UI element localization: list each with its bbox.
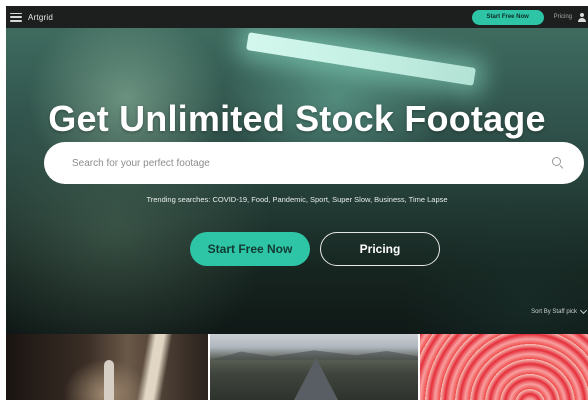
header-start-free-button[interactable]: Start Free Now [471,9,544,25]
trending-searches: Trending searches: COVID-19, Food, Pande… [146,195,448,204]
sort-dropdown[interactable]: Sort By Staff pick [531,306,588,315]
sort-label: Sort By Staff pick [531,309,577,315]
hero-section: Get Unlimited Stock Footage Trending sea… [6,28,588,334]
video-thumbnail[interactable] [210,334,418,400]
artgrid-logo[interactable]: Artgrid [28,13,53,22]
thumbnail-figure [104,360,114,400]
start-free-now-button[interactable]: Start Free Now [190,232,310,266]
thumbnail-road [294,358,338,400]
video-thumbnail[interactable] [420,334,588,400]
search-input[interactable] [72,157,552,169]
search-bar[interactable] [44,142,584,184]
menu-icon[interactable] [10,12,22,22]
navbar-right-group: Start Free Now Pricing [471,6,588,28]
user-icon[interactable] [578,13,586,22]
header-pricing-link[interactable]: Pricing [554,14,572,20]
video-thumbnail[interactable] [6,334,208,400]
chevron-down-icon [579,306,588,315]
top-navbar: Artgrid Start Free Now Pricing [6,6,588,28]
pricing-button[interactable]: Pricing [320,232,440,266]
hero-title: Get Unlimited Stock Footage [48,98,546,139]
hero-background-light [246,32,476,86]
search-icon[interactable] [552,157,564,169]
